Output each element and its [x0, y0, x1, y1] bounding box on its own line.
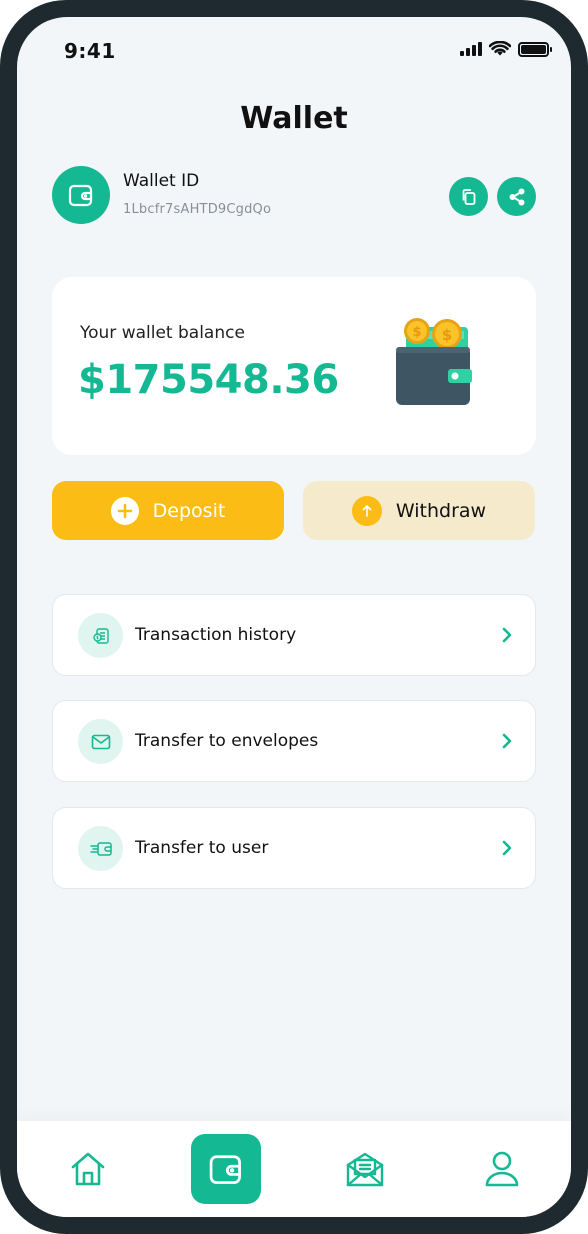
balance-card: Your wallet balance $175548.36 $ $: [52, 277, 536, 455]
share-icon: [509, 188, 524, 205]
wallet-avatar: [52, 166, 110, 224]
document-dollar-icon: [78, 613, 123, 658]
envelope-icon: [78, 719, 123, 764]
chevron-right-icon: [502, 627, 512, 643]
send-money-icon: [78, 826, 123, 871]
device-frame: 9:41 Wallet Wallet ID 1Lbcfr7sAHTD9CgdQo…: [0, 0, 588, 1234]
menu-item-label: Transaction history: [135, 625, 297, 645]
wallet-coins-illustration: $ $: [396, 318, 472, 405]
nav-envelopes[interactable]: [330, 1134, 400, 1204]
menu-item-transfer-envelopes[interactable]: Transfer to envelopes: [52, 700, 536, 782]
arrow-up-icon: [351, 495, 382, 526]
wifi-icon: [489, 41, 511, 56]
cellular-signal-icon: [460, 42, 482, 56]
share-wallet-id-button[interactable]: [497, 177, 536, 216]
bottom-nav: [17, 1121, 571, 1217]
status-time: 9:41: [64, 39, 116, 63]
page-title: Wallet: [240, 101, 348, 136]
user-icon: [485, 1151, 519, 1187]
svg-text:$: $: [412, 325, 421, 340]
app-screen: 9:41 Wallet Wallet ID 1Lbcfr7sAHTD9CgdQo…: [17, 17, 571, 1217]
balance-amount: $175548.36: [78, 357, 339, 403]
chevron-right-icon: [502, 733, 512, 749]
menu-item-transfer-user[interactable]: Transfer to user: [52, 807, 536, 889]
menu-item-label: Transfer to envelopes: [135, 731, 319, 751]
withdraw-label: Withdraw: [395, 499, 487, 522]
wallet-id-label: Wallet ID: [123, 171, 200, 191]
plus-icon: [110, 496, 139, 525]
menu-item-transaction-history[interactable]: Transaction history: [52, 594, 536, 676]
copy-icon: [462, 188, 475, 205]
copy-wallet-id-button[interactable]: [449, 177, 488, 216]
wallet-icon: [209, 1155, 241, 1184]
deposit-label: Deposit: [152, 499, 226, 522]
balance-label: Your wallet balance: [80, 323, 245, 343]
wallet-icon: [68, 184, 93, 207]
home-icon: [71, 1152, 105, 1186]
nav-profile[interactable]: [467, 1134, 537, 1204]
chevron-right-icon: [502, 840, 512, 856]
nav-wallet[interactable]: [191, 1134, 261, 1204]
menu-item-label: Transfer to user: [135, 838, 269, 858]
battery-icon: [518, 41, 552, 57]
svg-text:$: $: [442, 326, 452, 344]
withdraw-button[interactable]: Withdraw: [303, 481, 535, 540]
nav-home[interactable]: [53, 1134, 123, 1204]
status-icons: [460, 41, 552, 57]
deposit-button[interactable]: Deposit: [52, 481, 284, 540]
mail-open-icon: [346, 1152, 384, 1187]
wallet-id-value: 1Lbcfr7sAHTD9CgdQo: [123, 202, 272, 217]
